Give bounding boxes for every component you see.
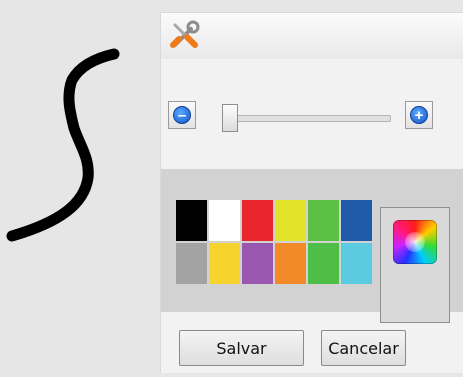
panel-titlebar [161, 13, 463, 59]
color-swatch[interactable] [308, 243, 339, 284]
color-swatch[interactable] [308, 200, 339, 241]
color-swatch[interactable] [242, 200, 273, 241]
cancel-button[interactable]: Cancelar [321, 330, 406, 366]
color-swatch[interactable] [275, 243, 306, 284]
color-swatch[interactable] [176, 243, 207, 284]
color-wheel-icon [393, 220, 437, 264]
color-swatch[interactable] [275, 200, 306, 241]
color-palette-area [161, 169, 463, 323]
color-swatch[interactable] [341, 243, 372, 284]
zoom-in-button[interactable]: + [405, 101, 433, 129]
drawn-stroke [6, 48, 120, 242]
tools-icon [170, 20, 200, 48]
color-swatch[interactable] [341, 200, 372, 241]
save-button[interactable]: Salvar [179, 330, 304, 366]
color-swatch-grid [176, 200, 374, 284]
color-swatch[interactable] [176, 200, 207, 241]
color-swatch[interactable] [209, 243, 240, 284]
color-swatch[interactable] [242, 243, 273, 284]
zoom-slider-track[interactable] [223, 115, 391, 122]
drawing-canvas[interactable] [0, 0, 160, 372]
paint-settings-panel: – + Salvar Cancelar [160, 12, 463, 373]
color-swatch[interactable] [209, 200, 240, 241]
zoom-out-button[interactable]: – [168, 101, 196, 129]
zoom-slider-thumb[interactable] [222, 104, 238, 132]
minus-circle-icon: – [173, 106, 191, 124]
plus-circle-icon: + [410, 106, 428, 124]
custom-color-button[interactable] [380, 207, 450, 323]
zoom-slider-row: – + [161, 93, 463, 143]
